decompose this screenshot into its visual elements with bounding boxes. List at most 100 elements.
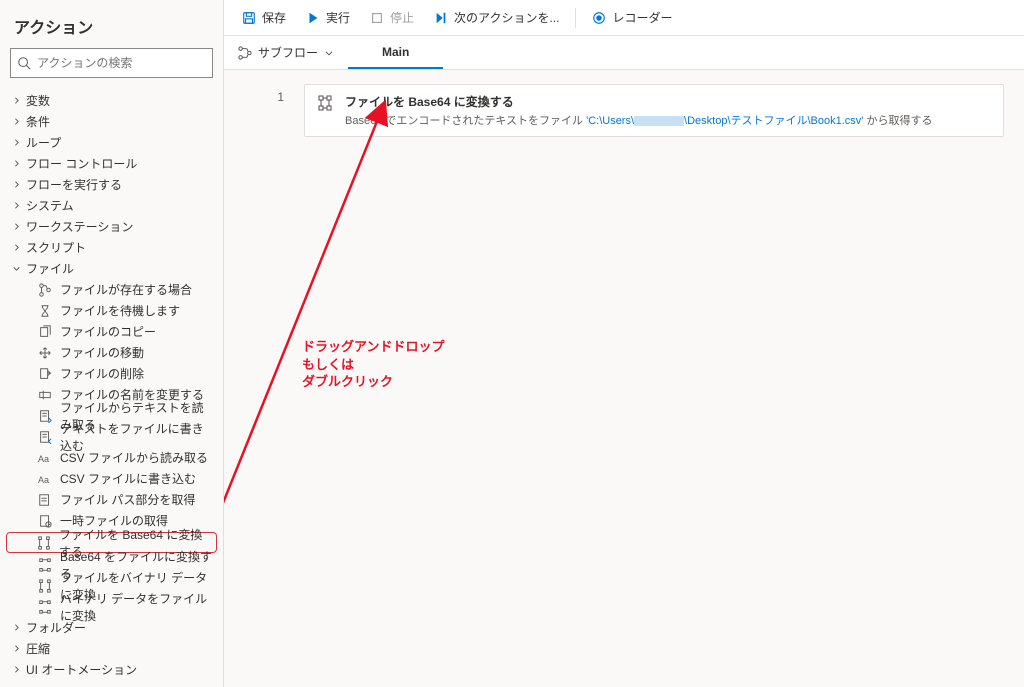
tree-group-label: システム xyxy=(26,197,74,214)
toolbar-separator xyxy=(575,8,576,28)
tree-group[interactable]: フロー コントロール xyxy=(0,153,223,174)
tree-group[interactable]: ワークステーション xyxy=(0,216,223,237)
step-card[interactable]: ファイルを Base64 に変換する Base64 でエンコードされたテキストを… xyxy=(304,84,1004,137)
b64enc-icon xyxy=(37,536,51,550)
tree-group[interactable]: スクリプト xyxy=(0,237,223,258)
tree-group-label: ファイル xyxy=(26,260,74,277)
actions-sidebar: アクション 変数条件ループフロー コントロールフローを実行するシステムワークステ… xyxy=(0,0,224,687)
tree-group[interactable]: ループ xyxy=(0,132,223,153)
next-action-button[interactable]: 次のアクションを... xyxy=(426,5,567,30)
readtext-icon xyxy=(38,409,52,423)
tree-action-item[interactable]: Aa CSV ファイルから読み取る xyxy=(0,447,223,468)
play-icon xyxy=(306,11,320,25)
stop-icon xyxy=(370,11,384,25)
flow-step-1[interactable]: 1 ファイルを Base64 に変換する Base64 でエンコードされたテキス… xyxy=(224,70,1024,137)
chevron-right-icon xyxy=(10,138,22,147)
annotation-text: ドラッグアンドドロップ もしくは ダブルクリック xyxy=(302,338,444,391)
svg-text:Aa: Aa xyxy=(38,454,49,464)
delete-icon xyxy=(38,367,52,381)
save-icon xyxy=(242,11,256,25)
tree-group[interactable]: 条件 xyxy=(0,111,223,132)
search-box[interactable] xyxy=(10,48,213,78)
tree-action-item[interactable]: ファイルのコピー xyxy=(0,321,223,342)
tree-action-item[interactable]: ファイルが存在する場合 xyxy=(0,279,223,300)
step-icon xyxy=(434,11,448,25)
tree-group[interactable]: UI オートメーション xyxy=(0,659,223,680)
tree-group-label: 変数 xyxy=(26,92,50,109)
recorder-button[interactable]: レコーダー xyxy=(584,5,680,30)
tree-group[interactable]: 圧縮 xyxy=(0,638,223,659)
tree-action-label: CSV ファイルから読み取る xyxy=(60,449,208,466)
tree-action-label: ファイルを待機します xyxy=(60,302,180,319)
chevron-right-icon xyxy=(10,644,22,653)
save-button[interactable]: 保存 xyxy=(234,5,294,30)
stop-button: 停止 xyxy=(362,5,422,30)
tree-group-label: フロー コントロール xyxy=(26,155,137,172)
tree-group[interactable]: システム xyxy=(0,195,223,216)
subflow-dropdown[interactable]: サブフロー xyxy=(224,36,348,69)
tree-action-label: ファイルが存在する場合 xyxy=(60,281,192,298)
tree-action-item[interactable]: テキストをファイルに書き込む xyxy=(0,426,223,447)
tree-action-item[interactable]: バイナリ データをファイルに変換 xyxy=(0,596,223,617)
chevron-down-icon xyxy=(10,264,22,273)
svg-text:Aa: Aa xyxy=(38,475,49,485)
tree-group-label: スクリプト xyxy=(26,239,86,256)
binenc-icon xyxy=(38,579,52,593)
tree-action-item[interactable]: Aa CSV ファイルに書き込む xyxy=(0,468,223,489)
tree-action-item[interactable]: ファイルの削除 xyxy=(0,363,223,384)
chevron-right-icon xyxy=(10,159,22,168)
bindec-icon xyxy=(38,600,52,614)
branch-icon xyxy=(38,283,52,297)
record-icon xyxy=(592,11,606,25)
temp-icon xyxy=(38,514,52,528)
chevron-down-icon xyxy=(324,48,334,58)
rename-icon xyxy=(38,388,52,402)
tree-action-label: ファイルの削除 xyxy=(60,365,144,382)
step-number: 1 xyxy=(244,84,304,104)
chevron-right-icon xyxy=(10,665,22,674)
tab-main[interactable]: Main xyxy=(348,36,443,69)
tree-action-item[interactable]: ファイルの移動 xyxy=(0,342,223,363)
redacted-user xyxy=(634,116,684,126)
writetext-icon xyxy=(38,430,52,444)
tree-action-label: ファイルの移動 xyxy=(60,344,144,361)
subflow-icon xyxy=(238,46,252,60)
tree-group[interactable]: 変数 xyxy=(0,90,223,111)
tree-group-label: 圧縮 xyxy=(26,640,50,657)
tree-group-label: ワークステーション xyxy=(26,218,133,235)
tree-action-label: ファイルのコピー xyxy=(60,323,156,340)
path-icon xyxy=(38,493,52,507)
tree-group-label: フローを実行する xyxy=(26,176,122,193)
tree-group[interactable]: ファイル xyxy=(0,258,223,279)
chevron-right-icon xyxy=(10,243,22,252)
tree-action-item[interactable]: ファイルを待機します xyxy=(0,300,223,321)
b64dec-icon xyxy=(38,558,52,572)
chevron-right-icon xyxy=(10,222,22,231)
tree-group-label: 条件 xyxy=(26,113,50,130)
csvwrite-icon: Aa xyxy=(38,472,52,486)
tree-group-label: フォルダー xyxy=(26,619,86,636)
tab-bar: サブフロー Main xyxy=(224,36,1024,70)
action-tree: 変数条件ループフロー コントロールフローを実行するシステムワークステーションスク… xyxy=(0,86,223,687)
step-description: Base64 でエンコードされたテキストをファイル 'C:\Users\\Des… xyxy=(345,112,991,128)
run-button[interactable]: 実行 xyxy=(298,5,358,30)
flow-canvas[interactable]: 1 ファイルを Base64 に変換する Base64 でエンコードされたテキス… xyxy=(224,70,1024,687)
search-icon xyxy=(17,56,31,70)
chevron-right-icon xyxy=(10,180,22,189)
copy-icon xyxy=(38,325,52,339)
tree-action-item[interactable]: ファイル パス部分を取得 xyxy=(0,489,223,510)
step-title: ファイルを Base64 に変換する xyxy=(345,93,991,110)
hourglass-icon xyxy=(38,304,52,318)
move-icon xyxy=(38,346,52,360)
tree-action-label: ファイル パス部分を取得 xyxy=(60,491,195,508)
tree-action-label: CSV ファイルに書き込む xyxy=(60,470,196,487)
chevron-right-icon xyxy=(10,117,22,126)
tree-group[interactable]: フローを実行する xyxy=(0,174,223,195)
annotation-arrow xyxy=(224,90,404,560)
csvread-icon: Aa xyxy=(38,451,52,465)
action-icon xyxy=(317,95,335,113)
chevron-right-icon xyxy=(10,201,22,210)
tree-group-label: ループ xyxy=(26,134,61,151)
chevron-right-icon xyxy=(10,623,22,632)
search-input[interactable] xyxy=(37,56,206,70)
